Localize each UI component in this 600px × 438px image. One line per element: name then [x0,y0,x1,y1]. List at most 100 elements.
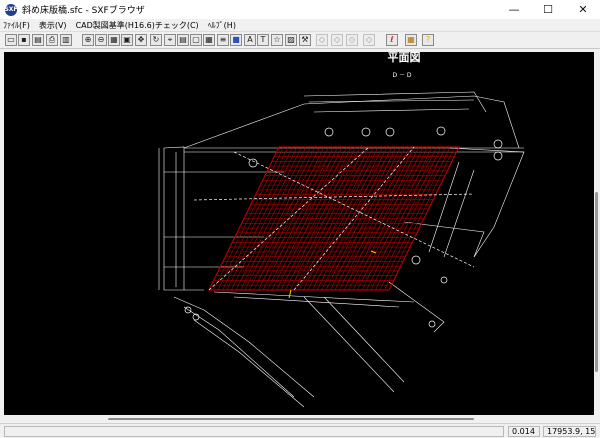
menu-item-4[interactable]: ﾍﾙﾌﾟ(H) [208,20,236,31]
menu-item-3[interactable]: CAD製図基準(H16.6)チェック(C) [76,20,199,31]
ref-circle-6 [493,139,503,149]
red-marker-button[interactable]: ℓ [386,34,398,46]
ref-circle-5 [436,126,446,136]
layer-icon: ▤ [179,35,187,44]
check-1-button[interactable]: ◇ [316,34,328,46]
drawing-canvas[interactable]: 平面図 D － D [4,52,594,415]
zoom-window-button[interactable]: ▦ [108,34,120,46]
ref-circle-3 [361,127,371,137]
lower-diagonal-line [303,296,395,393]
save-button[interactable]: ▪ [18,34,30,46]
fit-all-icon: ▣ [123,35,131,44]
toolbar: ▭ ▪ ▤ ⎙ ▥ ⊕ ⊖ ▦ ▣ ✥ ↻ ⌖ ▤ ▢ ▦ ≡ ■ A T ☆ ▨ ⚒ ◇ ◇ ◇ ◇ ℓ ▦? [0,31,600,49]
top-dimension-line-3 [313,108,470,113]
ref-circle-2 [324,127,334,137]
lower-diagonal-line-2 [323,296,405,383]
horizontal-scrollbar[interactable] [4,415,594,423]
minimize-button[interactable]: — [497,0,531,19]
centre-line-diagonal [233,151,475,268]
redraw-button[interactable]: ↻ [150,34,162,46]
printer-setup-button[interactable]: ▥ [60,34,72,46]
hammer-icon: ⚒ [301,35,309,44]
right-dimension-line-2 [443,169,475,258]
slab-reinforcement-grid [208,146,460,291]
lower-edge-line-2 [233,296,400,308]
app-icon[interactable]: SXF [4,3,18,16]
horizontal-scroll-thumb[interactable] [108,418,474,420]
zoom-in-button[interactable]: ⊕ [82,34,94,46]
check-4-icon: ◇ [365,35,373,44]
fit-all-button[interactable]: ▣ [121,34,133,46]
menu-bar: ﾌｧｲﾙ(F) 表示(V) CAD製図基準(H16.6)チェック(C) ﾍﾙﾌﾟ(H) [0,19,600,31]
layer-button[interactable]: ▤ [177,34,189,46]
top-dimension-line-2 [308,99,475,103]
drawing-title: 平面図 [388,52,421,64]
cad-drawing: 平面図 D － D [158,52,525,408]
print-icon: ⎙ [48,35,56,44]
hammer-button[interactable]: ⚒ [299,34,311,46]
maximize-button[interactable]: ☐ [531,0,565,19]
zoom-out-button[interactable]: ⊖ [95,34,107,46]
measure-icon: ⌖ [167,35,173,44]
close-button[interactable]: ✕ [566,0,600,19]
open-folder-icon: ▭ [7,35,15,44]
grid-button[interactable]: ▦ [203,34,215,46]
check-3-button[interactable]: ◇ [346,34,358,46]
print-preview-icon: ▤ [34,35,42,44]
top-skew-outline [183,95,520,149]
print-preview-button[interactable]: ▤ [32,34,44,46]
pan-icon: ✥ [137,35,145,44]
ref-circle-8 [411,255,421,265]
menu-item-1[interactable]: ﾌｧｲﾙ(F) [3,20,30,31]
check-4-button[interactable]: ◇ [363,34,375,46]
lower-dimension-line-2 [193,319,305,408]
ref-circle-9 [428,320,436,328]
text-font-button[interactable]: T [257,34,269,46]
section-label: D － D [392,72,411,79]
linetype-icon: ≡ [219,35,227,44]
hatch-button[interactable]: ▨ [285,34,297,46]
help-button[interactable]: ? [422,34,434,46]
ref-circle-11 [184,306,192,314]
pan-button[interactable]: ✥ [135,34,147,46]
lower-skew-outline [173,296,315,398]
print-button[interactable]: ⎙ [46,34,58,46]
check-2-icon: ◇ [333,35,341,44]
ref-circle-4 [385,127,395,137]
color-button[interactable]: ■ [230,34,242,46]
lower-edge-line [213,291,415,303]
printer-setup-icon: ▥ [62,35,70,44]
menu-item-2[interactable]: 表示(V) [39,20,67,31]
ref-circle-1 [248,158,258,168]
report-icon: ▦ [407,35,415,44]
status-bar: 0.014 17953.9, 1517 [0,423,600,438]
measure-button[interactable]: ⌖ [164,34,176,46]
red-marker-icon: ℓ [390,35,394,44]
check-3-icon: ◇ [348,35,356,44]
check-2-button[interactable]: ◇ [331,34,343,46]
left-abutment-outline [163,146,185,291]
ref-circle-10 [440,276,448,284]
hatch-icon: ▨ [287,35,295,44]
zoom-in-icon: ⊕ [84,35,92,44]
right-edge-outline [448,147,525,258]
zoom-out-icon: ⊖ [97,35,105,44]
linetype-button[interactable]: ≡ [217,34,229,46]
redraw-icon: ↻ [152,35,160,44]
status-coordinates: 17953.9, 1517 [543,426,596,437]
text-size-icon: A [247,35,253,44]
help-icon: ? [425,35,431,44]
vertical-scrollbar[interactable] [594,52,600,415]
zoom-window-icon: ▦ [110,35,118,44]
check-1-icon: ◇ [318,35,326,44]
vertical-scroll-thumb[interactable] [595,192,598,372]
text-font-icon: T [260,35,266,44]
status-scale: 0.014 [508,426,540,437]
open-folder-button[interactable]: ▭ [5,34,17,46]
frame-button[interactable]: ▢ [190,34,202,46]
symbol-button[interactable]: ☆ [271,34,283,46]
text-size-button[interactable]: A [244,34,256,46]
ref-circle-7 [493,151,503,161]
report-button[interactable]: ▦ [405,34,417,46]
save-icon: ▪ [21,35,27,44]
